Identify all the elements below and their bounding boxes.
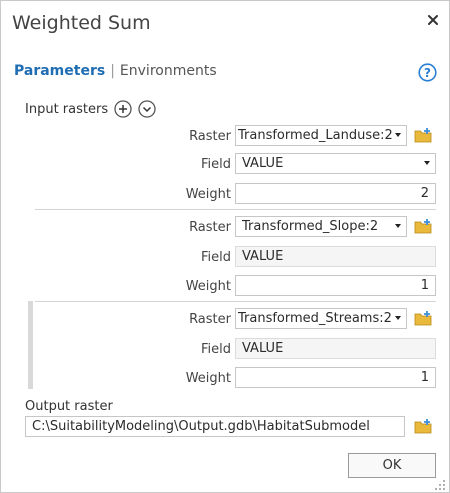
field-label: Field [200, 250, 231, 265]
folder-icon[interactable] [414, 418, 432, 434]
field-dropdown[interactable]: VALUE [235, 153, 436, 174]
output-raster-input[interactable]: C:\SuitabilityModeling\Output.gdb\Habita… [25, 416, 405, 437]
weight-input[interactable]: 1 [235, 367, 436, 388]
weight-label: Weight [185, 187, 231, 202]
field-input[interactable]: VALUE [235, 246, 436, 267]
raster-value: Transformed_Landuse:2 [238, 128, 393, 143]
close-icon[interactable] [424, 11, 442, 29]
help-icon[interactable]: ? [418, 63, 437, 82]
folder-icon[interactable] [414, 310, 432, 326]
weighted-sum-dialog: Weighted Sum Parameters | Environments ? I… [0, 0, 450, 493]
weight-input[interactable]: 2 [235, 183, 436, 204]
group-divider [35, 301, 436, 302]
chevron-down-icon [424, 161, 430, 165]
raster-label: Raster [189, 220, 231, 235]
raster-dropdown[interactable]: Transformed_Landuse:2 [235, 125, 407, 146]
resize-grip-icon[interactable] [434, 479, 446, 491]
raster-dropdown[interactable]: Transformed_Streams:2 [235, 308, 407, 329]
tab-bar: Parameters | Environments [14, 63, 217, 79]
expand-icon[interactable] [138, 100, 156, 118]
weight-input[interactable]: 1 [235, 275, 436, 296]
field-label: Field [200, 157, 231, 172]
chevron-down-icon [395, 224, 401, 228]
chevron-down-icon [395, 133, 401, 137]
ok-button[interactable]: OK [348, 453, 436, 478]
field-input[interactable]: VALUE [235, 338, 436, 359]
folder-icon[interactable] [414, 218, 432, 234]
group-divider [35, 209, 436, 210]
output-raster-label: Output raster [25, 399, 113, 414]
raster-value: Transformed_Slope:2 [242, 219, 379, 234]
input-rasters-label: Input rasters [25, 102, 109, 117]
field-label: Field [200, 342, 231, 357]
weight-label: Weight [185, 279, 231, 294]
selection-indicator [28, 301, 33, 389]
raster-label: Raster [189, 129, 231, 144]
chevron-down-icon [395, 316, 401, 320]
raster-label: Raster [189, 312, 231, 327]
add-icon[interactable] [114, 100, 132, 118]
tab-separator: | [110, 63, 115, 79]
raster-dropdown[interactable]: Transformed_Slope:2 [235, 216, 407, 237]
folder-icon[interactable] [414, 127, 432, 143]
dialog-title: Weighted Sum [12, 12, 151, 34]
raster-value: Transformed_Streams:2 [238, 311, 392, 326]
weight-label: Weight [185, 371, 231, 386]
field-value: VALUE [242, 156, 284, 171]
tab-environments[interactable]: Environments [120, 63, 217, 79]
tab-parameters[interactable]: Parameters [14, 63, 105, 79]
svg-text:?: ? [424, 66, 431, 80]
